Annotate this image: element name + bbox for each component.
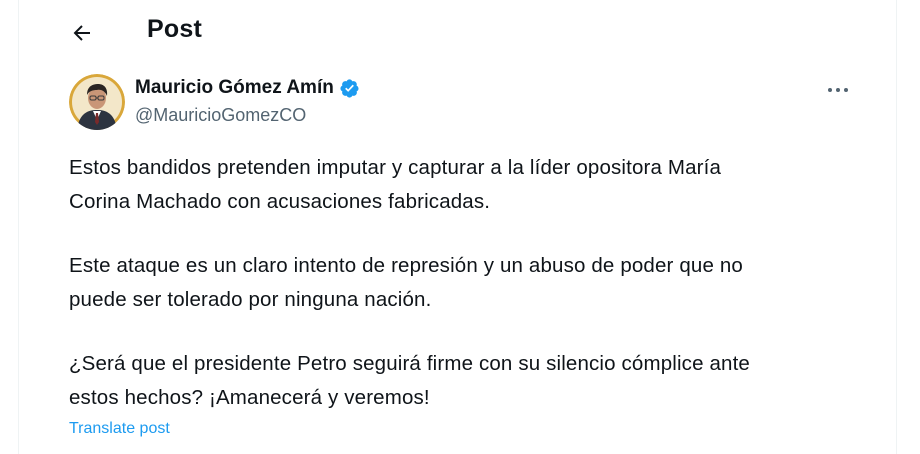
tweet-paragraph: ¿Será que el presidente Petro seguirá fi… (69, 347, 869, 415)
tweet-paragraph: Estos bandidos pretenden imputar y captu… (69, 151, 869, 219)
back-button[interactable] (63, 14, 101, 52)
author-handle[interactable]: @MauricioGomezCO (135, 105, 306, 126)
tweet-line: puede ser tolerado por ninguna nación. (69, 288, 432, 311)
post-header: Post (19, 0, 896, 64)
tweet-line: ¿Será que el presidente Petro seguirá fi… (69, 352, 750, 375)
tweet-paragraph: Este ataque es un claro intento de repre… (69, 249, 869, 317)
more-options-button[interactable] (819, 76, 857, 104)
post-column: Post Mauricio Gómez Amín @MauricioGomezC… (18, 0, 897, 454)
avatar[interactable] (69, 74, 125, 130)
tweet-text: Estos bandidos pretenden imputar y captu… (69, 151, 869, 445)
tweet-line: Corina Machado con acusaciones fabricada… (69, 190, 491, 213)
more-dots-icon (828, 88, 848, 92)
tweet-line: estos hechos? ¡Amanecerá y veremos! (69, 386, 430, 409)
tweet-line: Estos bandidos pretenden imputar y captu… (69, 156, 722, 179)
verified-badge-icon (340, 78, 359, 98)
back-arrow-icon (73, 25, 90, 41)
author-name[interactable]: Mauricio Gómez Amín (135, 77, 360, 99)
avatar-image (69, 74, 125, 130)
page-title: Post (147, 15, 202, 43)
tweet-line: Este ataque es un claro intento de repre… (69, 254, 743, 277)
author-name-text: Mauricio Gómez Amín (135, 77, 334, 98)
translate-post-link[interactable]: Translate post (69, 420, 170, 438)
